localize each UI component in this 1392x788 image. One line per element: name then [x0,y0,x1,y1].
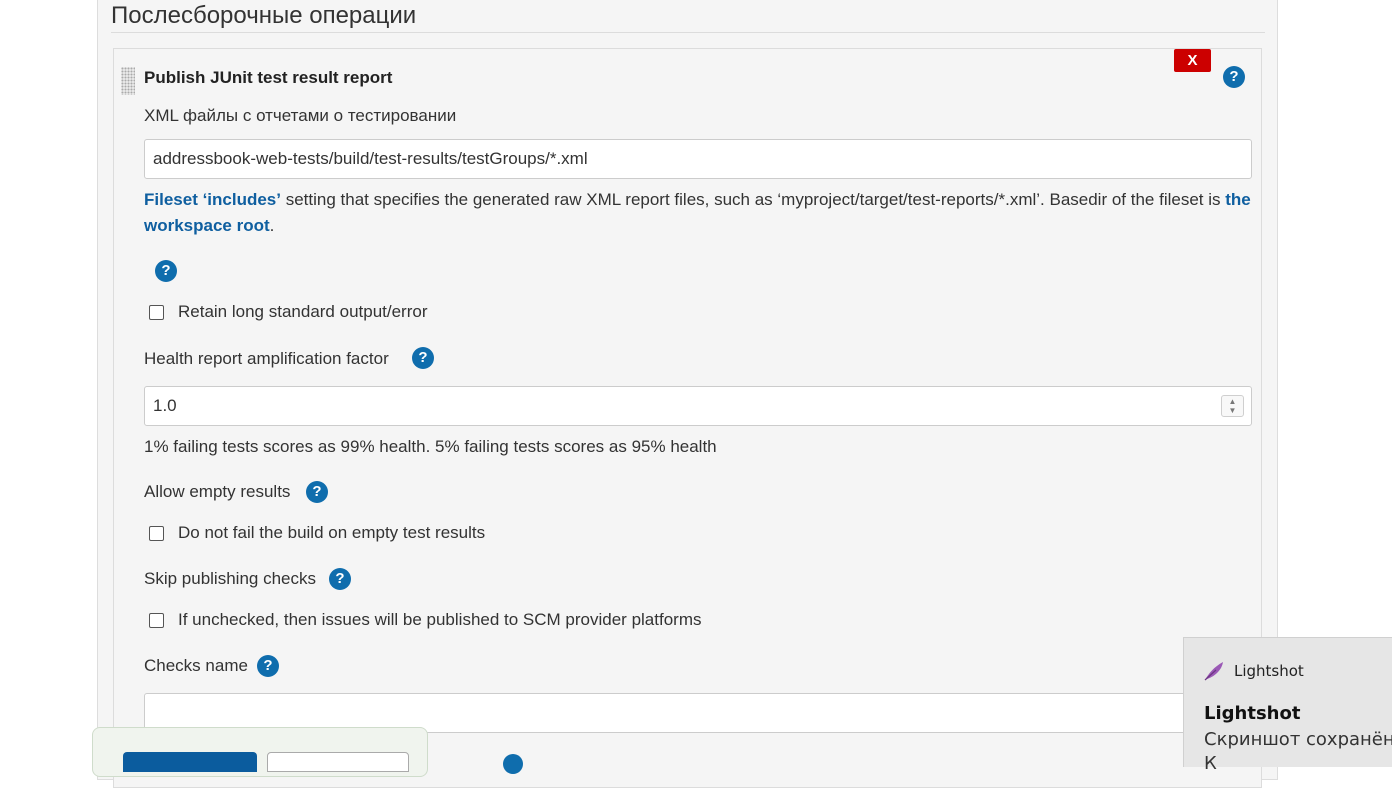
spinner-icon[interactable]: ▲ ▼ [1221,395,1244,417]
step-help-icon[interactable]: ? [1223,66,1245,88]
skip-checks-checkbox[interactable] [149,613,164,628]
skip-checks-help-icon[interactable]: ? [329,568,351,590]
drag-handle-icon[interactable] [121,67,135,95]
fileset-includes-link[interactable]: Fileset ‘includes’ [144,190,281,209]
health-factor-label: Health report amplification factor [144,349,389,368]
lightshot-notification[interactable]: Lightshot Lightshot Скриншот сохранён в … [1183,637,1392,774]
toast-message: Скриншот сохранён в [1204,729,1392,750]
toast-title: Lightshot [1204,703,1301,724]
step-title: Publish JUnit test result report [144,68,393,87]
skip-checks-label: Skip publishing checks [144,569,316,588]
xml-files-description: Fileset ‘includes’ setting that specifie… [144,187,1254,239]
health-factor-input[interactable] [144,386,1252,426]
help-icon[interactable] [503,754,523,774]
xml-help-icon[interactable]: ? [155,260,177,282]
section-title: Послесборочные операции [111,2,417,29]
checks-name-label: Checks name [144,656,248,675]
xml-files-label: XML файлы с отчетами о тестировании [144,106,457,125]
section-divider [111,32,1265,33]
retain-output-checkbox[interactable] [149,305,164,320]
health-factor-help-icon[interactable]: ? [412,347,434,369]
toast-message-line2: К [1204,753,1217,774]
allow-empty-help-icon[interactable]: ? [306,481,328,503]
allow-empty-checkbox-label: Do not fail the build on empty test resu… [178,523,486,542]
feather-icon [1204,662,1223,681]
allow-empty-checkbox[interactable] [149,526,164,541]
skip-checks-checkbox-label: If unchecked, then issues will be publis… [178,610,702,629]
save-button[interactable] [123,752,257,772]
retain-output-label: Retain long standard output/error [178,302,428,321]
xml-desc-text: setting that specifies the generated raw… [281,190,1226,209]
toast-app-name: Lightshot [1234,662,1304,680]
apply-button[interactable] [267,752,409,772]
xml-files-input[interactable] [144,139,1252,179]
health-factor-description: 1% failing tests scores as 99% health. 5… [144,437,717,456]
delete-step-button[interactable]: X [1174,49,1211,72]
allow-empty-label: Allow empty results [144,482,291,501]
checks-name-help-icon[interactable]: ? [257,655,279,677]
xml-desc-end: . [269,216,275,235]
